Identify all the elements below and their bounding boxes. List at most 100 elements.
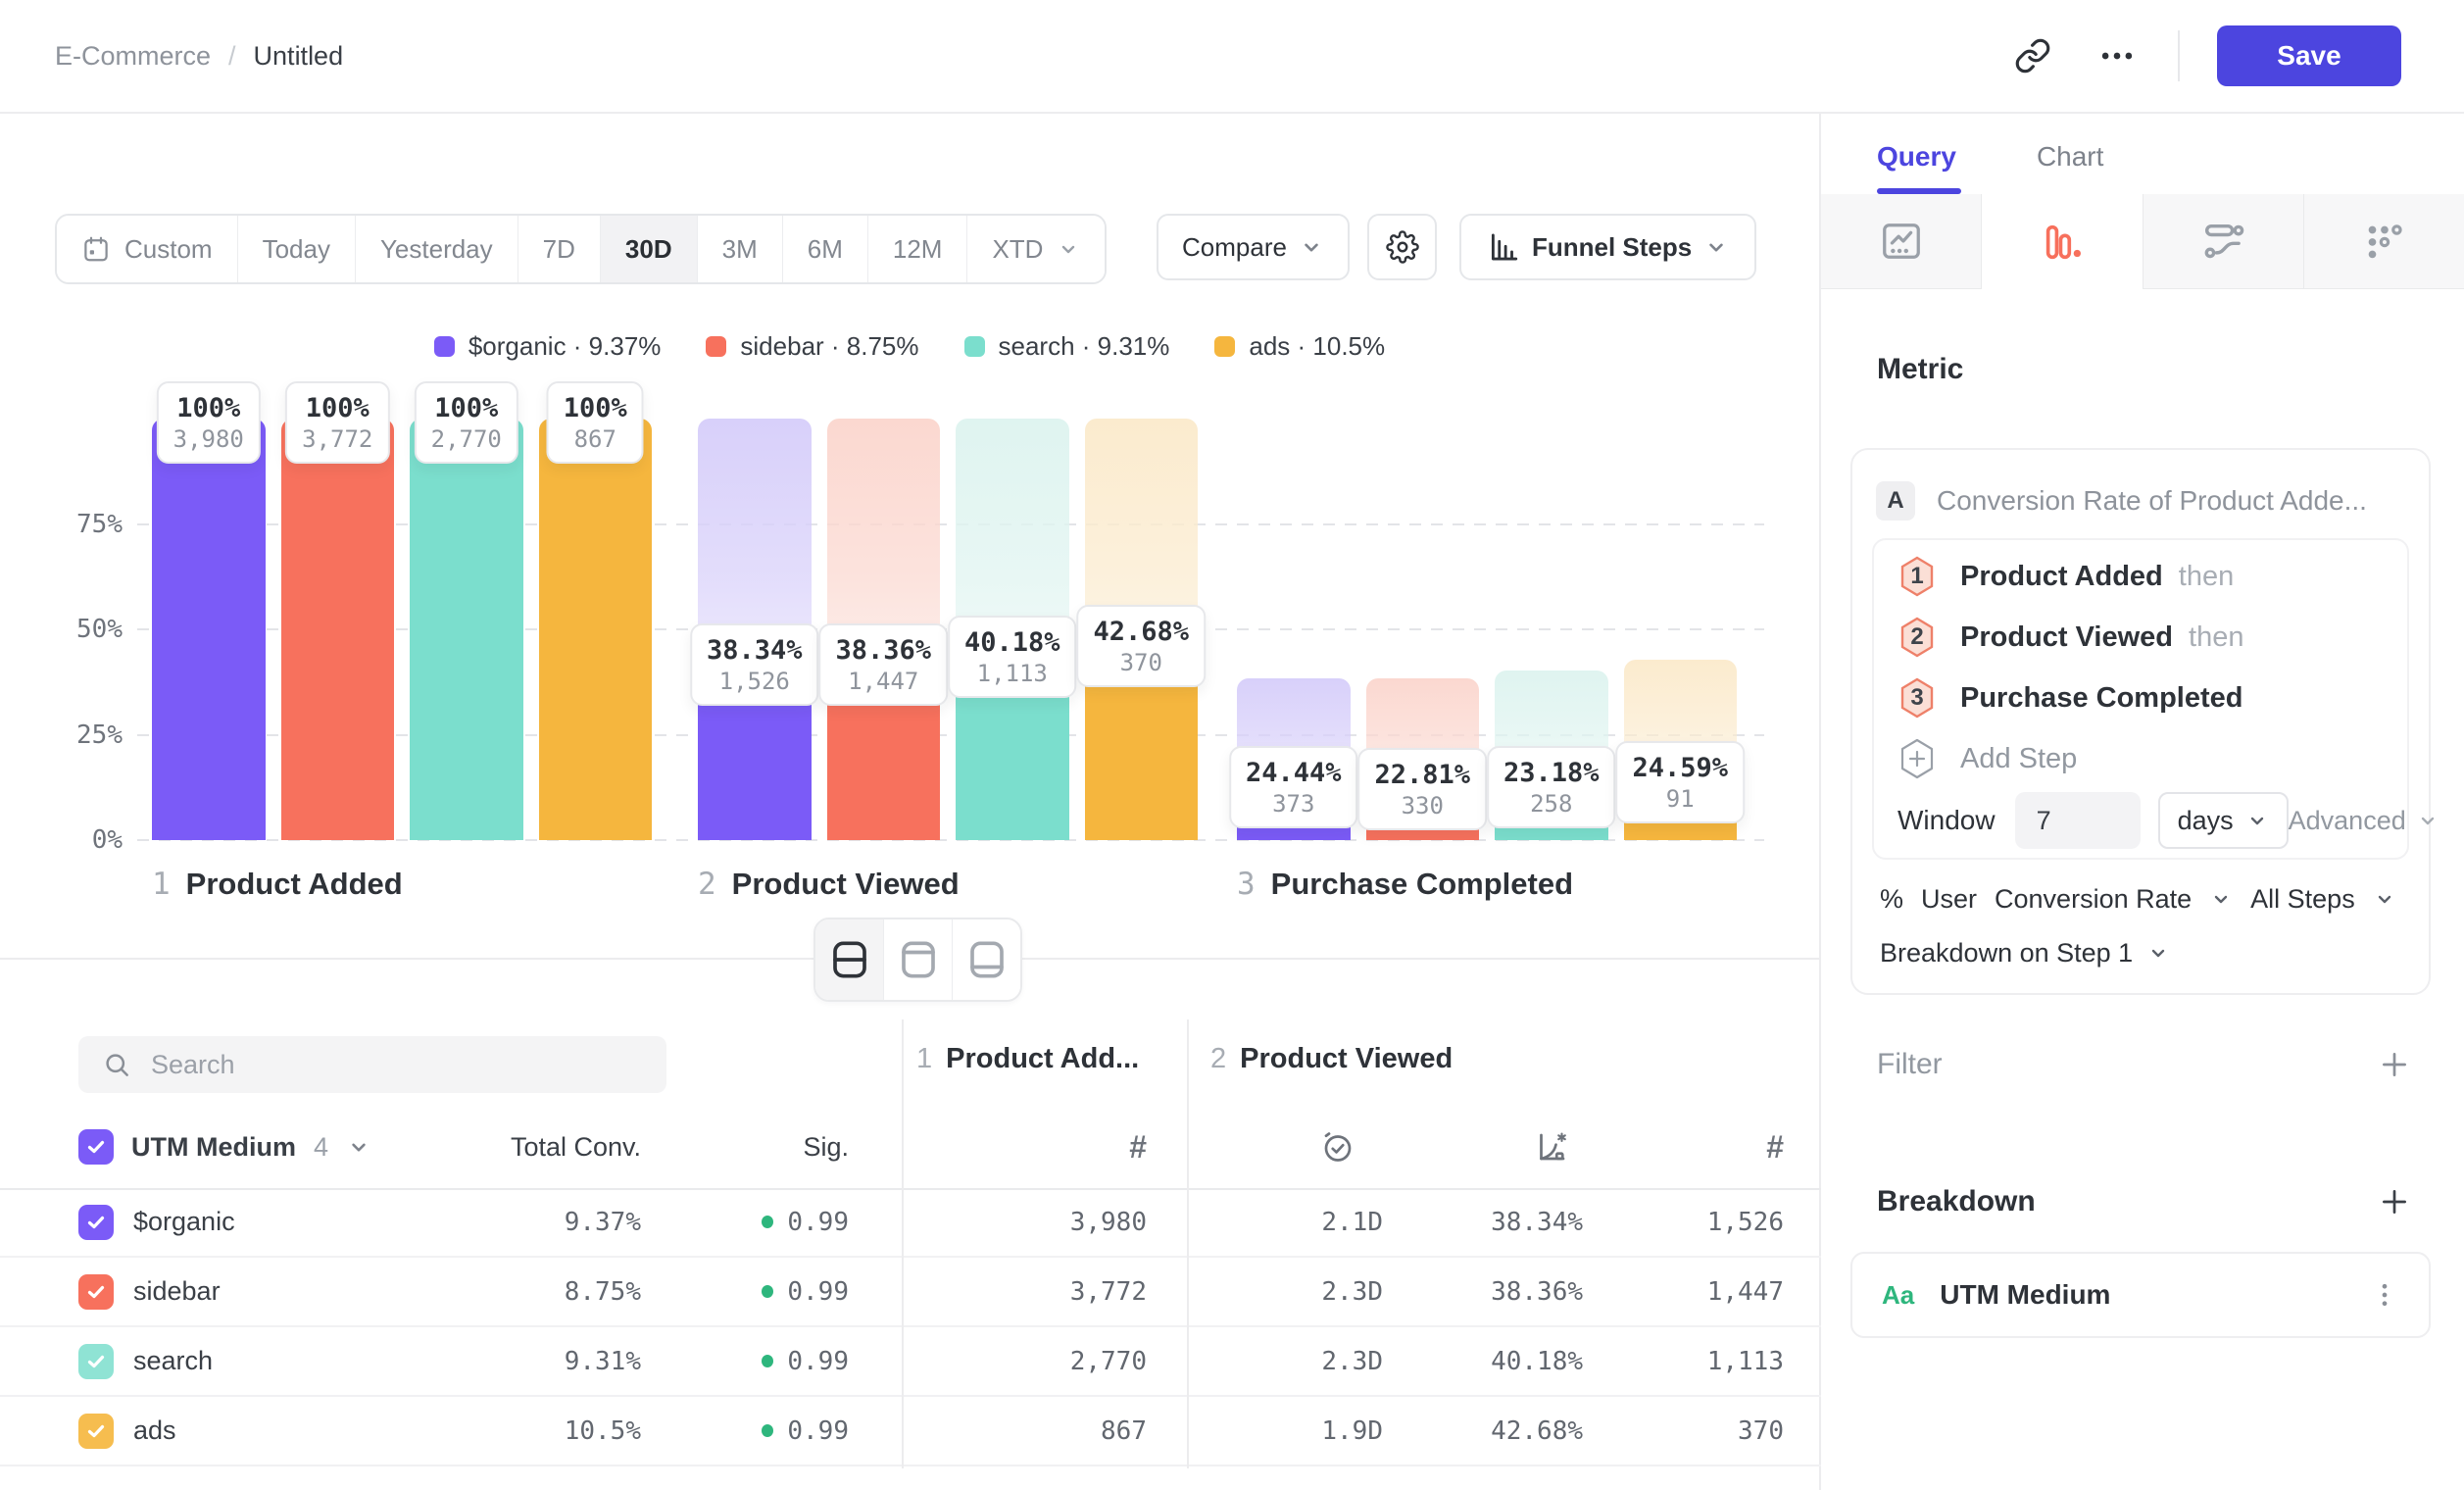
line-chart-icon[interactable] [1821, 194, 1982, 289]
step-name: Product Added [186, 867, 403, 902]
chevron-down-icon [1299, 234, 1324, 260]
row-name: sidebar [133, 1276, 221, 1307]
funnel-bar[interactable]: 100%3,772 [281, 419, 395, 840]
breadcrumb-title[interactable]: Untitled [254, 41, 344, 72]
row-checkbox[interactable] [78, 1274, 114, 1310]
advanced-toggle[interactable]: Advanced [2289, 806, 2439, 836]
clock-check-icon[interactable] [1187, 1129, 1383, 1165]
legend-item[interactable]: sidebar · 8.75% [706, 331, 918, 362]
bar-value-label: 100%867 [547, 381, 644, 464]
add-filter-button plus-icon[interactable] [2378, 1048, 2411, 1081]
cell-sig: 0.99 [641, 1347, 849, 1376]
chart-toolbar: CustomToday Yesterday 7D30D3M6M 12M XTD Comp… [0, 214, 1819, 280]
bar-count: 258 [1503, 789, 1600, 819]
top-bar: E-Commerce / Untitled Save [0, 0, 2464, 114]
table-row[interactable]: $organic9.37%0.993,9802.1D38.34%1,526 [0, 1188, 1821, 1258]
hash-icon[interactable]: # [902, 1129, 1187, 1166]
counting-label[interactable]: User [1921, 884, 1977, 915]
hash-icon[interactable]: # [1583, 1129, 1792, 1166]
window-value-input[interactable] [2015, 792, 2141, 849]
view-option-split-rows-view[interactable] [815, 919, 883, 1000]
date-range-today[interactable]: Today [237, 216, 355, 282]
funnel-bar-solid [281, 419, 395, 840]
step-name: Product Viewed [732, 867, 960, 902]
divider [2178, 30, 2180, 81]
tab-query[interactable]: Query [1877, 141, 1956, 173]
legend-item[interactable]: search · 9.31% [964, 331, 1170, 362]
funnel-bar[interactable]: 40.18%1,113 [956, 419, 1069, 840]
row-name: ads [133, 1416, 176, 1446]
kebab-menu-icon[interactable] [2370, 1280, 2399, 1310]
tab-chart[interactable]: Chart [2037, 141, 2103, 173]
select-all-checkbox[interactable] [78, 1129, 114, 1165]
add-breakdown-button plus-icon[interactable] [2378, 1185, 2411, 1218]
cell-step2-count: 1,526 [1583, 1208, 1792, 1237]
funnel-bar[interactable]: 22.81%330 [1366, 419, 1480, 840]
measure-select[interactable]: Conversion Rate [1995, 884, 2192, 915]
funnel-bar[interactable]: 24.59%91 [1624, 419, 1738, 840]
funnel-bar[interactable]: 23.18%258 [1495, 419, 1608, 840]
breadcrumb-project[interactable]: E-Commerce [55, 41, 211, 72]
date-range-30d[interactable]: 30D [600, 216, 697, 282]
bar-pct: 24.44% [1246, 758, 1342, 789]
date-range-6m[interactable]: 6M [782, 216, 867, 282]
save-button[interactable]: Save [2217, 25, 2401, 86]
date-range-label: 12M [893, 234, 943, 265]
window-unit-label: days [2178, 806, 2234, 836]
flow-icon[interactable] [2144, 194, 2304, 289]
funnel-bar[interactable]: 38.34%1,526 [698, 419, 812, 840]
column-header-total-conv[interactable]: Total Conv. [412, 1132, 641, 1163]
query-step[interactable]: 3Purchase Completed [1874, 668, 2407, 728]
row-checkbox[interactable] [78, 1205, 114, 1240]
scope-select[interactable]: All Steps [2250, 884, 2355, 915]
funnel-bar[interactable]: 24.44%373 [1237, 419, 1351, 840]
bar-value-label: 24.59%91 [1615, 741, 1745, 823]
conv-rate-icon[interactable] [1383, 1129, 1583, 1165]
funnel-bar[interactable]: 100%3,980 [152, 419, 266, 840]
funnel-bar[interactable]: 42.68%370 [1085, 419, 1199, 840]
row-checkbox[interactable] [78, 1414, 114, 1449]
date-range-3m[interactable]: 3M [697, 216, 782, 282]
breakdown-heading: Breakdown [1877, 1185, 2036, 1218]
funnel-bar[interactable]: 100%867 [539, 419, 653, 840]
date-range-12m[interactable]: 12M [867, 216, 967, 282]
window-unit-select[interactable]: days [2158, 792, 2289, 849]
date-range-yesterday[interactable]: Yesterday [355, 216, 517, 282]
chart-settings-button[interactable] [1367, 214, 1437, 280]
chart-mode-button[interactable]: Funnel Steps [1459, 214, 1756, 280]
date-range-7d[interactable]: 7D [517, 216, 600, 282]
breakdown-item[interactable]: Aa UTM Medium [1850, 1252, 2431, 1338]
table-row[interactable]: sidebar8.75%0.993,7722.3D38.36%1,447 [0, 1258, 1821, 1327]
view-option-header-top-view[interactable] [883, 919, 952, 1000]
chevron-down-icon[interactable] [346, 1134, 371, 1160]
funnel-chart: 75%50%25%0%100%3,980100%3,772100%2,77010… [0, 419, 1821, 840]
legend-item[interactable]: ads · 10.5% [1214, 331, 1385, 362]
funnel-bar[interactable]: 38.36%1,447 [827, 419, 941, 840]
search-input[interactable] [149, 1049, 643, 1081]
date-range-custom[interactable]: Custom [57, 216, 237, 282]
date-range-xtd[interactable]: XTD [966, 216, 1105, 282]
legend-item[interactable]: $organic · 9.37% [434, 331, 662, 362]
column-header-sig[interactable]: Sig. [641, 1132, 849, 1163]
table-row[interactable]: search9.31%0.992,7702.3D40.18%1,113 [0, 1327, 1821, 1397]
breakdown-on-step-select[interactable]: Breakdown on Step 1 [1852, 926, 2429, 979]
date-range-label: Yesterday [380, 234, 493, 265]
query-step[interactable]: 2Product Viewedthen [1874, 607, 2407, 668]
metric-title-row[interactable]: A Conversion Rate of Product Adde... [1876, 468, 2405, 534]
compare-button[interactable]: Compare [1157, 214, 1350, 280]
share-link-button[interactable] [2009, 32, 2056, 79]
group-by-label[interactable]: UTM Medium [131, 1132, 296, 1163]
sig-dot [762, 1355, 773, 1367]
add-step-button[interactable]: Add Step [1874, 728, 2407, 789]
table-search [78, 1036, 666, 1093]
bar-pct: 22.81% [1374, 760, 1470, 791]
query-step[interactable]: 1Product Addedthen [1874, 546, 2407, 607]
funnel-bars-icon[interactable] [1982, 194, 2143, 289]
grid-dots-icon[interactable] [2304, 194, 2464, 289]
funnel-bar[interactable]: 100%2,770 [410, 419, 523, 840]
funnel-step-label: 2Product Viewed [698, 867, 960, 902]
table-row[interactable]: ads10.5%0.998671.9D42.68%370 [0, 1397, 1821, 1466]
view-option-footer-bottom-view[interactable] [952, 919, 1020, 1000]
row-checkbox[interactable] [78, 1344, 114, 1379]
more-button[interactable] [2094, 32, 2141, 79]
